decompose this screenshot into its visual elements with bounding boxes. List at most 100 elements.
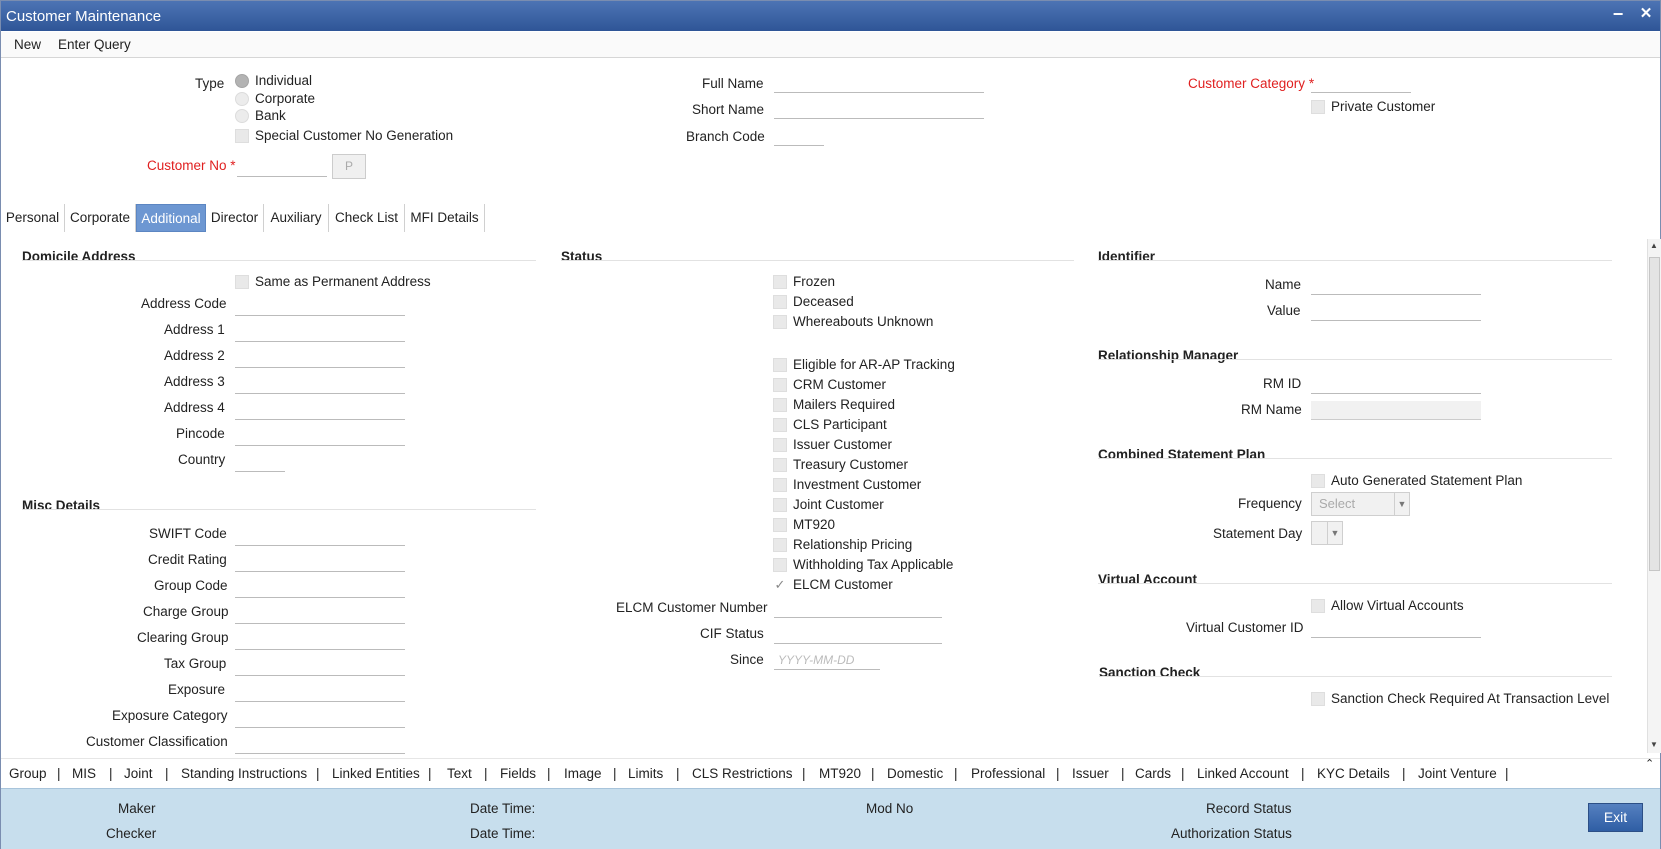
address-1-input[interactable] <box>235 323 405 342</box>
link-kyc-details[interactable]: KYC Details <box>1317 766 1390 781</box>
cif-status-input[interactable] <box>774 625 942 644</box>
investment-customer-checkbox[interactable] <box>773 478 787 492</box>
special-no-gen-checkbox[interactable] <box>235 129 249 143</box>
checker-label: Checker <box>106 826 157 841</box>
withholding-tax-checkbox[interactable] <box>773 558 787 572</box>
identifier-heading: Identifier <box>1098 249 1156 264</box>
exposure-category-input[interactable] <box>235 709 405 728</box>
joint-customer-checkbox[interactable] <box>773 498 787 512</box>
elcm-customer-checkbox[interactable]: ✓ <box>773 578 787 592</box>
whereabouts-unknown-checkbox[interactable] <box>773 315 787 329</box>
scroll-down-icon[interactable]: ▼ <box>1650 740 1658 749</box>
exposure-label: Exposure <box>168 682 226 697</box>
link-text[interactable]: Text <box>447 766 472 781</box>
link-issuer[interactable]: Issuer <box>1072 766 1109 781</box>
link-fields[interactable]: Fields <box>500 766 536 781</box>
link-standing-instructions[interactable]: Standing Instructions <box>181 766 307 781</box>
clearing-group-input[interactable] <box>235 631 405 650</box>
cls-participant-checkbox[interactable] <box>773 418 787 432</box>
elcm-number-label: ELCM Customer Number <box>616 600 768 615</box>
mailers-required-checkbox[interactable] <box>773 398 787 412</box>
tax-group-input[interactable] <box>235 657 405 676</box>
frequency-select[interactable]: Select ▼ <box>1311 492 1410 516</box>
identifier-name-input[interactable] <box>1311 276 1481 295</box>
close-icon[interactable]: ✕ <box>1635 3 1657 27</box>
branch-code-input[interactable] <box>774 127 824 146</box>
link-joint-venture[interactable]: Joint Venture <box>1418 766 1497 781</box>
link-mt920[interactable]: MT920 <box>819 766 861 781</box>
auto-generated-plan-checkbox[interactable] <box>1311 474 1325 488</box>
address-code-input[interactable] <box>235 297 405 316</box>
link-professional[interactable]: Professional <box>971 766 1045 781</box>
identifier-value-input[interactable] <box>1311 302 1481 321</box>
country-input[interactable] <box>235 453 285 472</box>
exposure-input[interactable] <box>235 683 405 702</box>
type-individual-radio[interactable] <box>235 74 249 88</box>
window-title: Customer Maintenance <box>6 8 162 25</box>
link-mis[interactable]: MIS <box>72 766 96 781</box>
tab-additional[interactable]: Additional <box>136 204 206 232</box>
link-domestic[interactable]: Domestic <box>887 766 943 781</box>
menu-new[interactable]: New <box>14 37 41 52</box>
link-limits[interactable]: Limits <box>628 766 663 781</box>
exit-button[interactable]: Exit <box>1588 803 1643 832</box>
treasury-customer-checkbox[interactable] <box>773 458 787 472</box>
address-3-input[interactable] <box>235 375 405 394</box>
issuer-customer-checkbox[interactable] <box>773 438 787 452</box>
tab-personal[interactable]: Personal <box>1 204 65 232</box>
elcm-number-input[interactable] <box>774 599 942 618</box>
frozen-checkbox[interactable] <box>773 275 787 289</box>
deceased-checkbox[interactable] <box>773 295 787 309</box>
charge-group-input[interactable] <box>235 605 405 624</box>
link-separator: | <box>1121 766 1125 781</box>
customer-category-input[interactable] <box>1311 74 1411 93</box>
full-name-input[interactable] <box>774 74 984 93</box>
scroll-up-icon[interactable]: ▲ <box>1650 241 1658 250</box>
credit-rating-input[interactable] <box>235 553 405 572</box>
since-placeholder: YYYY-MM-DD <box>778 653 855 667</box>
link-joint[interactable]: Joint <box>124 766 153 781</box>
pincode-input[interactable] <box>235 427 405 446</box>
rm-id-input[interactable] <box>1311 375 1481 394</box>
minimize-icon[interactable]: − <box>1607 3 1629 27</box>
tab-mfi-details[interactable]: MFI Details <box>405 204 485 232</box>
private-customer-checkbox[interactable] <box>1311 100 1325 114</box>
rm-name-input <box>1311 401 1481 420</box>
crm-customer-checkbox[interactable] <box>773 378 787 392</box>
mt920-checkbox[interactable] <box>773 518 787 532</box>
link-cards[interactable]: Cards <box>1135 766 1171 781</box>
chevron-up-icon[interactable]: ⌃ <box>1645 757 1654 770</box>
tab-auxiliary[interactable]: Auxiliary <box>264 204 329 232</box>
virtual-customer-id-input[interactable] <box>1311 619 1481 638</box>
statement-day-select[interactable]: ▼ <box>1311 521 1343 545</box>
address-2-input[interactable] <box>235 349 405 368</box>
tab-check-list[interactable]: Check List <box>329 204 405 232</box>
group-code-input[interactable] <box>235 579 405 598</box>
link-separator: | <box>1181 766 1185 781</box>
customer-classification-input[interactable] <box>235 735 405 754</box>
type-corporate-radio[interactable] <box>235 92 249 106</box>
relationship-pricing-checkbox[interactable] <box>773 538 787 552</box>
scrollbar-thumb[interactable] <box>1649 257 1660 571</box>
address-4-input[interactable] <box>235 401 405 420</box>
tab-corporate[interactable]: Corporate <box>65 204 136 232</box>
virtual-divider <box>1098 583 1612 584</box>
menu-enter-query[interactable]: Enter Query <box>58 37 131 52</box>
link-linked-entities[interactable]: Linked Entities <box>332 766 420 781</box>
customer-no-p-button[interactable]: P <box>332 154 366 179</box>
sanction-check-checkbox[interactable] <box>1311 692 1325 706</box>
swift-code-input[interactable] <box>235 527 405 546</box>
link-group[interactable]: Group <box>9 766 47 781</box>
link-cls-restrictions[interactable]: CLS Restrictions <box>692 766 793 781</box>
short-name-input[interactable] <box>774 100 984 119</box>
allow-virtual-accounts-checkbox[interactable] <box>1311 599 1325 613</box>
ar-ap-tracking-checkbox[interactable] <box>773 358 787 372</box>
type-bank-radio[interactable] <box>235 109 249 123</box>
same-as-permanent-checkbox[interactable] <box>235 275 249 289</box>
link-linked-account[interactable]: Linked Account <box>1197 766 1289 781</box>
vertical-scrollbar[interactable]: ▲ ▼ <box>1647 239 1661 753</box>
customer-no-input[interactable] <box>237 158 327 177</box>
tab-director[interactable]: Director <box>206 204 264 232</box>
rm-id-label: RM ID <box>1263 376 1302 391</box>
link-image[interactable]: Image <box>564 766 602 781</box>
